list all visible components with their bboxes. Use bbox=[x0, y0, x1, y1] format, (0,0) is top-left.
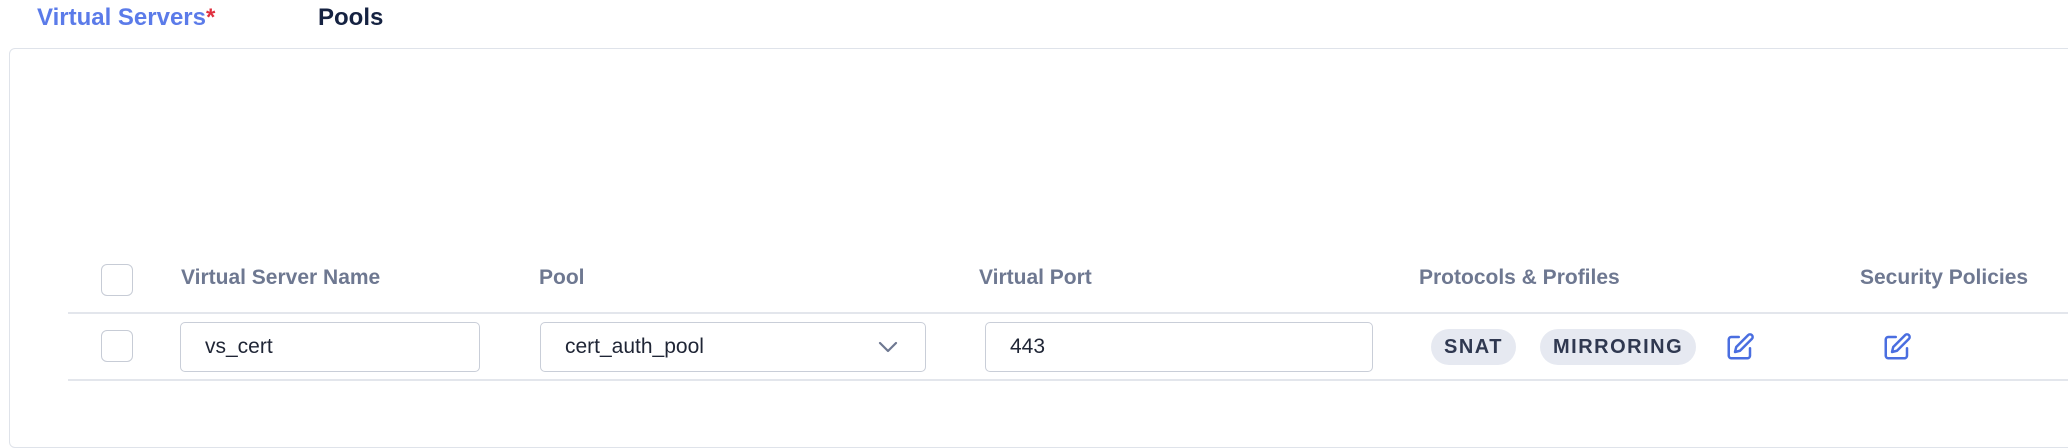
pool-select-value: cert_auth_pool bbox=[565, 335, 704, 358]
edit-security-policies-icon[interactable] bbox=[1882, 332, 1912, 362]
virtual-port-input[interactable]: 443 bbox=[985, 322, 1373, 372]
virtual-servers-panel bbox=[9, 48, 2068, 448]
tab-pools[interactable]: Pools bbox=[318, 4, 383, 32]
column-header-pool: Pool bbox=[539, 266, 585, 289]
header-divider bbox=[68, 312, 2068, 314]
tab-virtual-servers[interactable]: Virtual Servers* bbox=[37, 4, 215, 32]
column-header-name: Virtual Server Name bbox=[181, 266, 381, 289]
edit-protocols-icon[interactable] bbox=[1725, 332, 1755, 362]
profile-badge-mirroring: MIRRORING bbox=[1540, 329, 1697, 365]
tab-pools-label: Pools bbox=[318, 4, 384, 31]
row-checkbox[interactable] bbox=[101, 330, 133, 362]
virtual-port-value: 443 bbox=[1010, 335, 1046, 358]
tab-bar: Virtual Servers* Pools bbox=[0, 0, 2068, 48]
profile-badge-snat: SNAT bbox=[1431, 329, 1516, 365]
virtual-server-name-value: vs_cert bbox=[205, 335, 273, 358]
column-header-port: Virtual Port bbox=[979, 266, 1092, 289]
required-marker: * bbox=[206, 4, 216, 31]
row-divider bbox=[68, 379, 2068, 381]
chevron-down-icon bbox=[878, 341, 898, 353]
virtual-server-name-input[interactable]: vs_cert bbox=[180, 322, 480, 372]
pool-select[interactable]: cert_auth_pool bbox=[540, 322, 926, 372]
select-all-checkbox[interactable] bbox=[101, 264, 133, 296]
column-header-security: Security Policies bbox=[1860, 266, 2029, 289]
column-header-protocols: Protocols & Profiles bbox=[1419, 266, 1620, 289]
tab-virtual-servers-label: Virtual Servers bbox=[37, 4, 206, 31]
